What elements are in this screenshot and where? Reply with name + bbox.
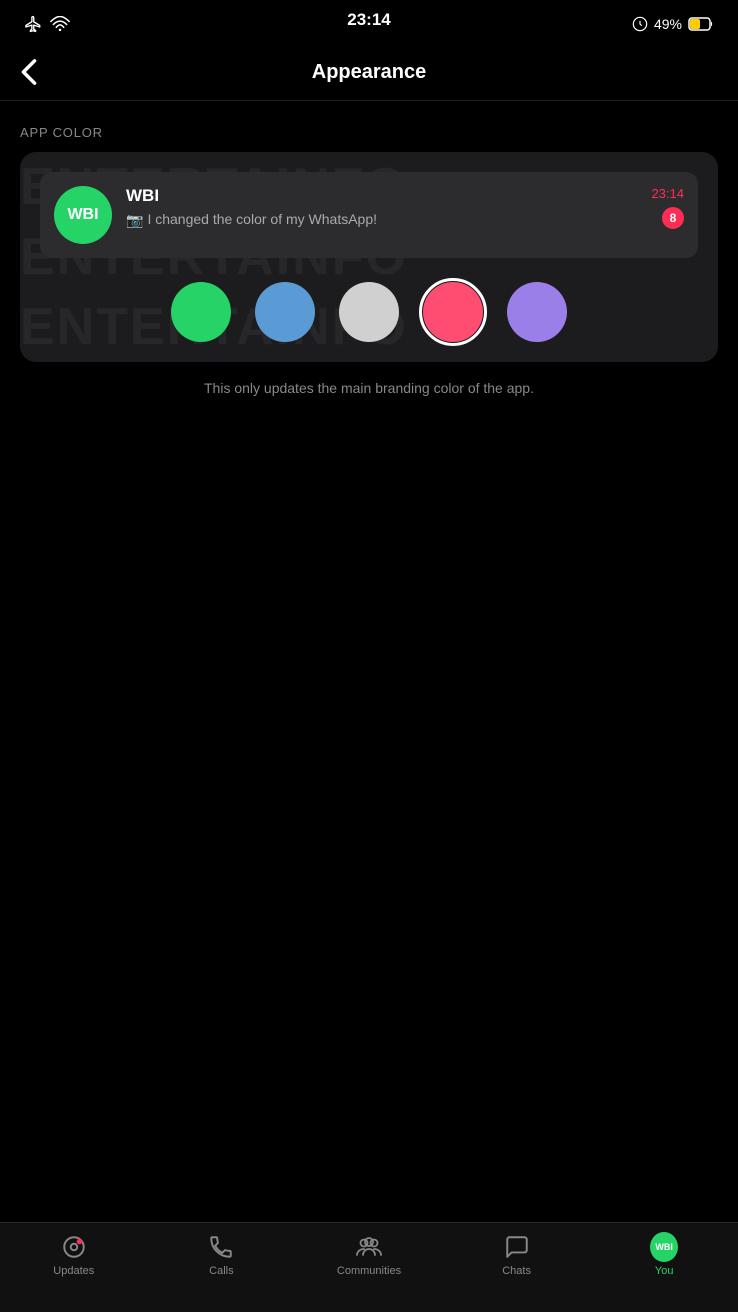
color-swatch-green[interactable] — [171, 282, 231, 342]
chat-preview: WBI WBI 📷 I changed the color of my What… — [40, 172, 698, 258]
color-swatch-white[interactable] — [339, 282, 399, 342]
content: APP COLOR ENTERTAINFO ENTERTAINFO ENTERT… — [0, 101, 738, 399]
communities-icon — [355, 1233, 383, 1261]
airplane-icon — [24, 15, 42, 33]
battery-icon — [688, 17, 714, 31]
chat-message: 📷 I changed the color of my WhatsApp! — [126, 210, 637, 231]
status-left-icons — [24, 15, 70, 33]
calls-icon — [207, 1233, 235, 1261]
chat-meta: 23:14 8 — [651, 186, 684, 229]
chats-icon — [503, 1233, 531, 1261]
nav-label-communities: Communities — [337, 1265, 401, 1277]
nav-item-chats[interactable]: Chats — [443, 1233, 591, 1277]
status-time: 23:14 — [347, 10, 390, 30]
wifi-icon — [50, 16, 70, 32]
color-swatch-pink[interactable] — [423, 282, 483, 342]
status-right-icons: 49% — [632, 16, 714, 32]
nav-item-communities[interactable]: Communities — [295, 1233, 443, 1277]
nav-item-updates[interactable]: Updates — [0, 1233, 148, 1277]
header: Appearance — [0, 44, 738, 100]
you-avatar: WBI — [650, 1232, 678, 1262]
updates-icon — [60, 1233, 88, 1261]
you-icon: WBI — [650, 1233, 678, 1261]
unread-badge: 8 — [662, 207, 684, 229]
nav-label-chats: Chats — [502, 1265, 531, 1277]
back-button[interactable] — [20, 58, 38, 86]
nav-label-calls: Calls — [209, 1265, 233, 1277]
color-swatches — [40, 282, 698, 342]
chat-time: 23:14 — [651, 186, 684, 201]
chat-avatar: WBI — [54, 186, 112, 244]
status-bar: 23:14 49% — [0, 0, 738, 44]
caption: This only updates the main branding colo… — [20, 378, 718, 399]
chat-info: WBI 📷 I changed the color of my WhatsApp… — [126, 186, 637, 231]
nav-item-calls[interactable]: Calls — [148, 1233, 296, 1277]
chat-message-text: I changed the color of my WhatsApp! — [147, 210, 377, 230]
bottom-nav: Updates Calls Communities — [0, 1222, 738, 1312]
camera-icon: 📷 — [126, 211, 143, 231]
nav-label-updates: Updates — [53, 1265, 94, 1277]
page-title: Appearance — [312, 61, 427, 84]
nav-item-you[interactable]: WBI You — [590, 1233, 738, 1277]
chat-name: WBI — [126, 186, 637, 206]
app-color-card: ENTERTAINFO ENTERTAINFO ENTERTAINFO WBI … — [20, 152, 718, 362]
nav-label-you: You — [655, 1265, 674, 1277]
color-swatch-purple[interactable] — [507, 282, 567, 342]
color-swatch-blue[interactable] — [255, 282, 315, 342]
battery-percentage: 49% — [654, 16, 682, 32]
section-label-app-color: APP COLOR — [20, 125, 718, 140]
ring-icon — [632, 16, 648, 32]
